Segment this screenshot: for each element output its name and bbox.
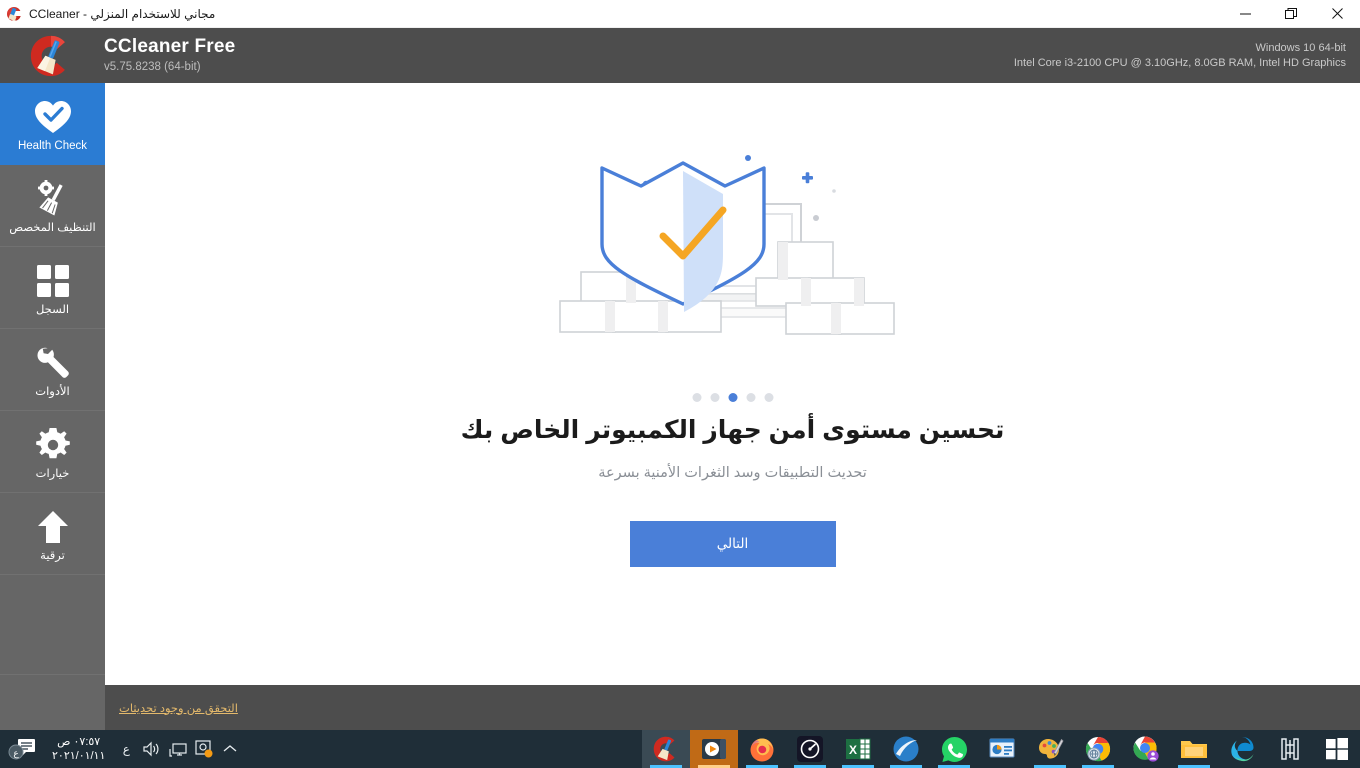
close-button[interactable]	[1314, 0, 1360, 28]
taskbar-clock[interactable]: ٠٧:٥٧ ص ٢٠٢١/٠١/١١	[44, 735, 113, 763]
taskbar-file-explorer-icon[interactable]	[1170, 730, 1218, 768]
system-info: Windows 10 64-bit Intel Core i3-2100 CPU…	[1014, 41, 1346, 71]
registry-grid-icon	[36, 258, 70, 298]
notification-chat-icon[interactable]: ع	[0, 730, 44, 768]
sidebar-item-label: خيارات	[35, 468, 70, 480]
carousel-dot-active[interactable]	[728, 393, 737, 402]
os-label: Windows 10 64-bit	[1255, 41, 1347, 54]
minimize-button[interactable]	[1222, 0, 1268, 28]
taskbar-blue-swoosh-app-icon[interactable]	[882, 730, 930, 768]
sidebar-item-upgrade[interactable]: ترقية	[0, 493, 105, 575]
sidebar-item-label: Health Check	[17, 140, 88, 152]
carousel-dot[interactable]	[692, 393, 701, 402]
taskbar-powerpoint-icon[interactable]	[978, 730, 1026, 768]
wrench-icon	[35, 340, 71, 380]
upgrade-arrow-icon	[37, 504, 69, 544]
page-subtitle: تحديث التطبيقات وسد الثغرات الأمنية بسرع…	[598, 465, 867, 481]
sidebar-item-tools[interactable]: الأدوات	[0, 329, 105, 411]
restore-icon	[1285, 7, 1297, 19]
sidebar-item-registry[interactable]: السجل	[0, 247, 105, 329]
ccleaner-logo	[16, 33, 86, 79]
window-controls	[1222, 0, 1360, 28]
footer-bar: التحقق من وجود تحديثات	[105, 685, 1360, 730]
page-title: تحسين مستوى أمن جهاز الكمبيوتر الخاص بك	[460, 416, 1005, 444]
brand-name: CCleaner Free	[104, 36, 236, 57]
ccleaner-logo-icon	[30, 35, 65, 76]
heart-check-icon	[34, 94, 72, 134]
sidebar-item-label: ترقية	[40, 550, 65, 562]
carousel-dot[interactable]	[764, 393, 773, 402]
sidebar-item-custom-clean[interactable]: التنظيف المخصص	[0, 165, 105, 247]
sidebar-item-label: السجل	[35, 304, 70, 316]
carousel-dots[interactable]	[692, 393, 773, 402]
app-header: CCleaner Free v5.75.8238 (64-bit) Window…	[0, 28, 1360, 83]
main-content: تحسين مستوى أمن جهاز الكمبيوتر الخاص بك …	[105, 83, 1360, 685]
svg-text:X: X	[849, 743, 857, 757]
title-bar: CCleaner - مجاني للاستخدام المنزلي	[0, 0, 1360, 28]
volume-icon[interactable]	[139, 730, 165, 768]
sidebar-item-label: التنظيف المخصص	[9, 222, 96, 234]
shield-check-laptop-bricks-illustration	[543, 138, 923, 368]
hardware-label: Intel Core i3-2100 CPU @ 3.10GHz, 8.0GB …	[1013, 56, 1346, 69]
sidebar-item-label: الأدوات	[35, 386, 70, 398]
brand-version: v5.75.8238 (64-bit)	[104, 61, 201, 73]
taskbar-speedtest-icon[interactable]	[786, 730, 834, 768]
minimize-icon	[1239, 13, 1251, 15]
taskbar-chrome-globe-icon[interactable]	[1074, 730, 1122, 768]
svg-text:ع: ع	[13, 748, 19, 759]
carousel-dot[interactable]	[746, 393, 755, 402]
app-tray-icon[interactable]	[191, 730, 217, 768]
broom-gear-icon	[33, 176, 73, 216]
carousel-dot[interactable]	[710, 393, 719, 402]
taskbar-edge-icon[interactable]	[1218, 730, 1266, 768]
taskbar-tray-left: ع ٠٧:٥٧ ص ٢٠٢١/٠١/١١ ع	[0, 730, 243, 768]
next-button[interactable]: التالي	[629, 521, 836, 567]
taskbar-ccleaner-icon[interactable]	[642, 730, 690, 768]
taskbar: ع ٠٧:٥٧ ص ٢٠٢١/٠١/١١ ع X	[0, 730, 1360, 768]
clock-date: ٢٠٢١/٠١/١١	[52, 750, 106, 762]
close-icon	[1331, 8, 1343, 19]
taskbar-paint-icon[interactable]	[1026, 730, 1074, 768]
sidebar: Health Check التنظيف المخصص السجل الأدوا…	[0, 83, 105, 768]
brand-block: CCleaner Free v5.75.8238 (64-bit)	[104, 36, 235, 75]
taskbar-utility-app-icon[interactable]	[1266, 730, 1314, 768]
network-display-icon[interactable]	[165, 730, 191, 768]
taskbar-apps: X	[642, 730, 1360, 768]
taskbar-excel-icon[interactable]: X	[834, 730, 882, 768]
gear-icon	[35, 422, 70, 462]
language-indicator[interactable]: ع	[113, 730, 139, 768]
sidebar-filler	[0, 575, 105, 675]
ccleaner-icon	[6, 6, 22, 22]
windows-start-button[interactable]	[1314, 730, 1360, 768]
ccleaner-window: CCleaner - مجاني للاستخدام المنزلي CClea…	[0, 0, 1360, 768]
restore-button[interactable]	[1268, 0, 1314, 28]
check-for-updates-link[interactable]: التحقق من وجود تحديثات	[119, 701, 238, 715]
window-title: CCleaner - مجاني للاستخدام المنزلي	[29, 6, 216, 21]
sidebar-item-health-check[interactable]: Health Check	[0, 83, 105, 165]
taskbar-chrome-profile-icon[interactable]	[1122, 730, 1170, 768]
taskbar-whatsapp-icon[interactable]	[930, 730, 978, 768]
taskbar-media-player-icon[interactable]	[690, 730, 738, 768]
taskbar-firefox-icon[interactable]	[738, 730, 786, 768]
windows-start-icon	[1326, 738, 1348, 760]
clock-time: ٠٧:٥٧ ص	[57, 736, 101, 748]
chevron-up-icon[interactable]	[217, 730, 243, 768]
sidebar-item-options[interactable]: خيارات	[0, 411, 105, 493]
